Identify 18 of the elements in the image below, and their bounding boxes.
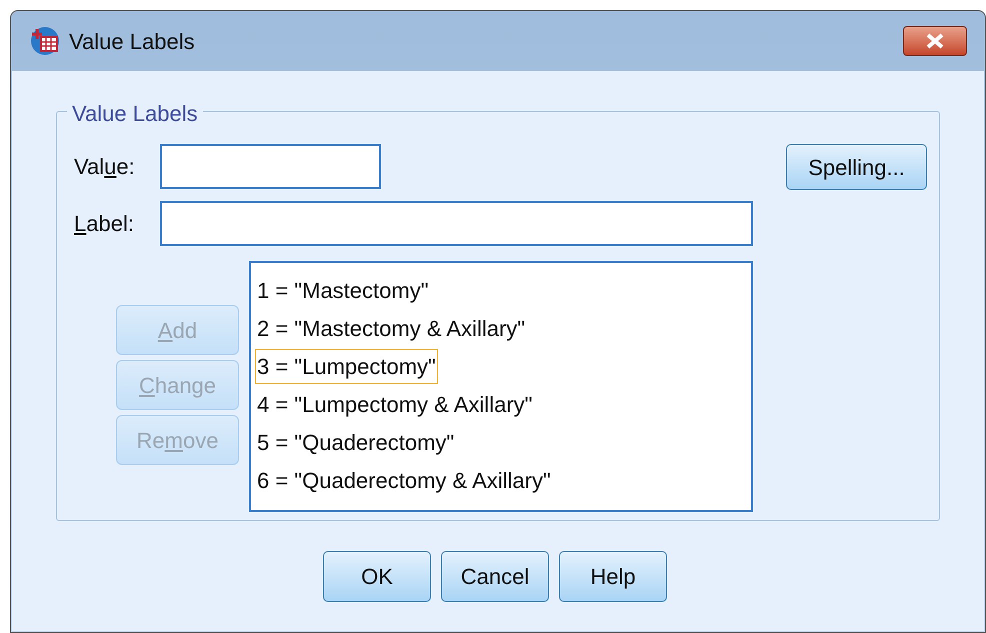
list-item[interactable]: 2 = "Mastectomy & Axillary" — [255, 310, 528, 346]
dialog-button[interactable]: OK — [323, 551, 431, 602]
close-icon — [925, 33, 945, 49]
window-title: Value Labels — [69, 28, 195, 56]
spelling-button[interactable]: Spelling... — [786, 144, 927, 190]
dialog-button[interactable]: Help — [559, 551, 667, 602]
input-field[interactable] — [160, 201, 753, 246]
list-item[interactable]: 4 = "Lumpectomy & Axillary" — [255, 386, 534, 422]
list-item[interactable]: 6 = "Quaderectomy & Axillary" — [255, 462, 553, 498]
field-label: Value: — [74, 153, 136, 181]
list-item[interactable]: 1 = "Mastectomy" — [255, 272, 431, 308]
field-label: Label: — [74, 210, 135, 238]
app-icon — [29, 25, 61, 57]
list-item[interactable]: 3 = "Lumpectomy" — [255, 348, 438, 384]
input-field[interactable] — [160, 144, 381, 189]
close-button[interactable] — [903, 26, 967, 56]
list-item[interactable]: 5 = "Quaderectomy" — [255, 424, 456, 460]
dialog-button[interactable]: Cancel — [441, 551, 549, 602]
